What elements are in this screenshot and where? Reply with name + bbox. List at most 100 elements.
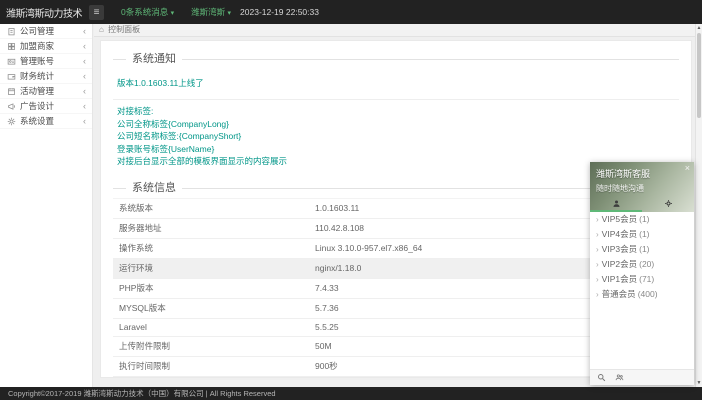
building-icon xyxy=(7,27,16,36)
megaphone-icon xyxy=(7,102,16,111)
wallet-icon xyxy=(7,72,16,81)
sidebar-item-finance[interactable]: 财务统计 ‹ xyxy=(0,69,92,84)
chevron-icon: ‹ xyxy=(83,117,86,126)
menu-icon[interactable]: ≡ xyxy=(89,5,104,20)
notice-link[interactable]: 登录账号标签{UserName} xyxy=(113,143,679,156)
section-sysinfo-legend: 系统信息 xyxy=(126,181,182,196)
copyright-text: Copyright©2017-2019 潍斯湾斯动力技术（中国）有限公司 | A… xyxy=(8,389,276,398)
chat-tabs xyxy=(590,195,694,212)
group-label: 普通会员 xyxy=(602,289,636,299)
scroll-down-icon[interactable]: ▼ xyxy=(696,379,702,387)
store-icon xyxy=(7,42,16,51)
clock-text: 2023-12-19 22:50:33 xyxy=(240,7,319,17)
chat-panel-subtitle: 随时随地沟通 xyxy=(596,183,688,194)
group-label: VIP2会员 xyxy=(602,259,637,269)
row-label: 服务器地址 xyxy=(113,218,309,238)
top-header: 潍斯湾斯动力技术（中 ≡ 0条系统消息 ▾ 潍斯湾斯 ▾ 2023-12-19 … xyxy=(0,0,702,24)
version-link[interactable]: 版本1.0.1603.11上线了 xyxy=(117,77,204,89)
tab-settings[interactable] xyxy=(642,195,694,212)
sidebar-item-label: 活动管理 xyxy=(20,85,54,97)
group-label: VIP3会员 xyxy=(602,244,637,254)
section-notice-legend: 系统通知 xyxy=(126,52,182,67)
group-vip4[interactable]: ›VIP4会员(1) xyxy=(590,227,694,242)
group-vip1[interactable]: ›VIP1会员(71) xyxy=(590,272,694,287)
row-label: 上传附件限制 xyxy=(113,336,309,356)
sidebar-item-label: 加盟商家 xyxy=(20,40,54,52)
sidebar-item-label: 管理账号 xyxy=(20,55,54,67)
gear-icon xyxy=(7,117,16,126)
group-normal[interactable]: ›普通会员(400) xyxy=(590,287,694,302)
page-scrollbar[interactable]: ▲ ▼ xyxy=(695,24,702,387)
footer-bar: Copyright©2017-2019 潍斯湾斯动力技术（中国）有限公司 | A… xyxy=(0,387,702,400)
row-label: 系统版本 xyxy=(113,198,309,218)
arrow-right-icon: › xyxy=(596,245,599,254)
arrow-right-icon: › xyxy=(596,290,599,299)
chat-panel-title: 潍斯湾斯客服 xyxy=(596,167,688,180)
notice-link[interactable]: 对接标签: xyxy=(113,105,679,118)
row-label: PHP版本 xyxy=(113,278,309,298)
sidebar-item-activities[interactable]: 活动管理 ‹ xyxy=(0,84,92,99)
group-vip3[interactable]: ›VIP3会员(1) xyxy=(590,242,694,257)
group-count: (1) xyxy=(639,229,649,239)
chevron-icon: ‹ xyxy=(83,42,86,51)
sidebar-item-accounts[interactable]: 管理账号 ‹ xyxy=(0,54,92,69)
group-count: (1) xyxy=(639,214,649,224)
chevron-icon: ‹ xyxy=(83,87,86,96)
breadcrumb-label: 控制面板 xyxy=(108,25,140,34)
sidebar-item-company[interactable]: 公司管理 ‹ xyxy=(0,24,92,39)
user-dropdown[interactable]: 潍斯湾斯 ▾ xyxy=(191,6,231,18)
user-label: 潍斯湾斯 xyxy=(191,7,225,17)
chevron-icon: ‹ xyxy=(83,57,86,66)
group-count: (20) xyxy=(639,259,654,269)
close-icon[interactable]: × xyxy=(685,163,690,173)
row-label: MYSQL版本 xyxy=(113,298,309,318)
gear-icon xyxy=(664,199,673,208)
sidebar-item-ads[interactable]: 广告设计 ‹ xyxy=(0,99,92,114)
group-vip2[interactable]: ›VIP2会员(20) xyxy=(590,257,694,272)
notice-link[interactable]: 公司短名称标签:{CompanyShort} xyxy=(113,130,679,143)
caret-down-icon: ▾ xyxy=(228,10,232,17)
sidebar-item-label: 广告设计 xyxy=(20,100,54,112)
scrollbar-thumb[interactable] xyxy=(697,33,701,118)
home-icon: ⌂ xyxy=(99,25,104,34)
chevron-icon: ‹ xyxy=(83,102,86,111)
arrow-right-icon: › xyxy=(596,215,599,224)
calendar-icon xyxy=(7,87,16,96)
caret-down-icon: ▾ xyxy=(171,10,175,17)
sidebar-item-label: 公司管理 xyxy=(20,25,54,37)
chevron-icon: ‹ xyxy=(83,72,86,81)
group-vip5[interactable]: ›VIP5会员(1) xyxy=(590,212,694,227)
divider xyxy=(113,99,679,100)
notice-link[interactable]: 公司全称标签{CompanyLong} xyxy=(113,118,679,131)
id-card-icon xyxy=(7,57,16,66)
arrow-right-icon: › xyxy=(596,275,599,284)
group-count: (400) xyxy=(638,289,658,299)
group-label: VIP1会员 xyxy=(602,274,637,284)
row-label: Laravel xyxy=(113,318,309,336)
sidebar-item-merchants[interactable]: 加盟商家 ‹ xyxy=(0,39,92,54)
sidebar-item-label: 系统设置 xyxy=(20,115,54,127)
search-icon[interactable] xyxy=(597,373,606,382)
group-count: (1) xyxy=(639,244,649,254)
app-title: 潍斯湾斯动力技术（中 xyxy=(0,5,86,20)
sidebar-item-label: 财务统计 xyxy=(20,70,54,82)
arrow-right-icon: › xyxy=(596,260,599,269)
sidebar-item-settings[interactable]: 系统设置 ‹ xyxy=(0,114,92,129)
arrow-right-icon: › xyxy=(596,230,599,239)
chat-group-list: ›VIP5会员(1) ›VIP4会员(1) ›VIP3会员(1) ›VIP2会员… xyxy=(590,212,694,369)
chat-contact-panel: 潍斯湾斯客服 随时随地沟通 × ›VIP5会员(1) ›VIP4会员(1) ›V… xyxy=(590,162,694,385)
group-label: VIP5会员 xyxy=(602,214,637,224)
row-label: 执行时间限制 xyxy=(113,356,309,376)
group-label: VIP4会员 xyxy=(602,229,637,239)
scroll-up-icon[interactable]: ▲ xyxy=(696,24,702,32)
messages-label: 0条系统消息 xyxy=(121,7,168,17)
chat-panel-header: 潍斯湾斯客服 随时随地沟通 × xyxy=(590,162,694,212)
breadcrumb: ⌂ 控制面板 xyxy=(94,24,695,37)
people-icon[interactable] xyxy=(615,373,624,382)
row-label: 运行环境 xyxy=(113,258,309,278)
sidebar-nav: 公司管理 ‹ 加盟商家 ‹ 管理账号 ‹ 财务统计 ‹ 活动管理 ‹ 广告设计 … xyxy=(0,24,93,387)
section-notice: 系统通知 xyxy=(113,59,679,60)
tab-friends[interactable] xyxy=(590,195,642,212)
person-icon xyxy=(612,199,621,208)
messages-dropdown[interactable]: 0条系统消息 ▾ xyxy=(121,6,174,18)
